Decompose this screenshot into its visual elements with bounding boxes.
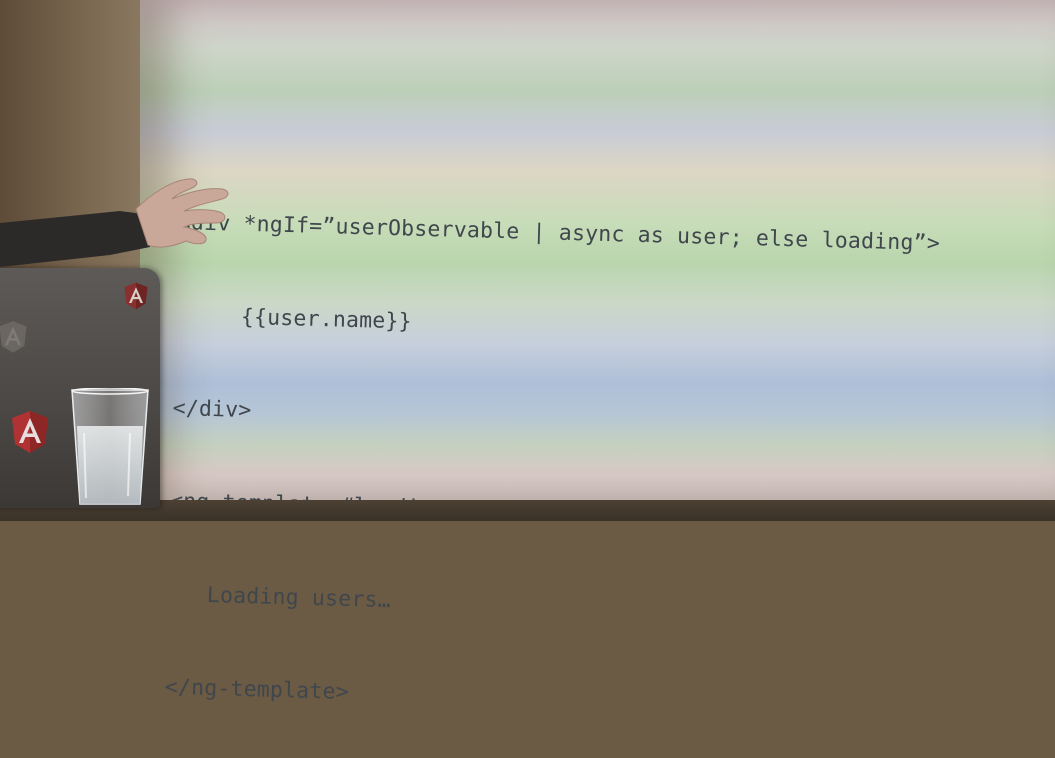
presenter-hand xyxy=(0,175,240,285)
angular-logo-icon xyxy=(0,320,28,354)
angular-logo-icon xyxy=(10,410,50,454)
code-line: Loading users… xyxy=(167,581,392,614)
glass-cup xyxy=(70,388,150,506)
code-line: {{user.name}} xyxy=(174,302,413,335)
slide-code-block: <div *ngIf=”userObservable | async as us… xyxy=(164,145,1040,758)
code-line: </div> xyxy=(172,395,252,424)
code-line: </ng-template> xyxy=(164,674,350,705)
code-line: <div *ngIf=”userObservable | async as us… xyxy=(177,209,941,257)
angular-logo-icon xyxy=(123,282,149,310)
